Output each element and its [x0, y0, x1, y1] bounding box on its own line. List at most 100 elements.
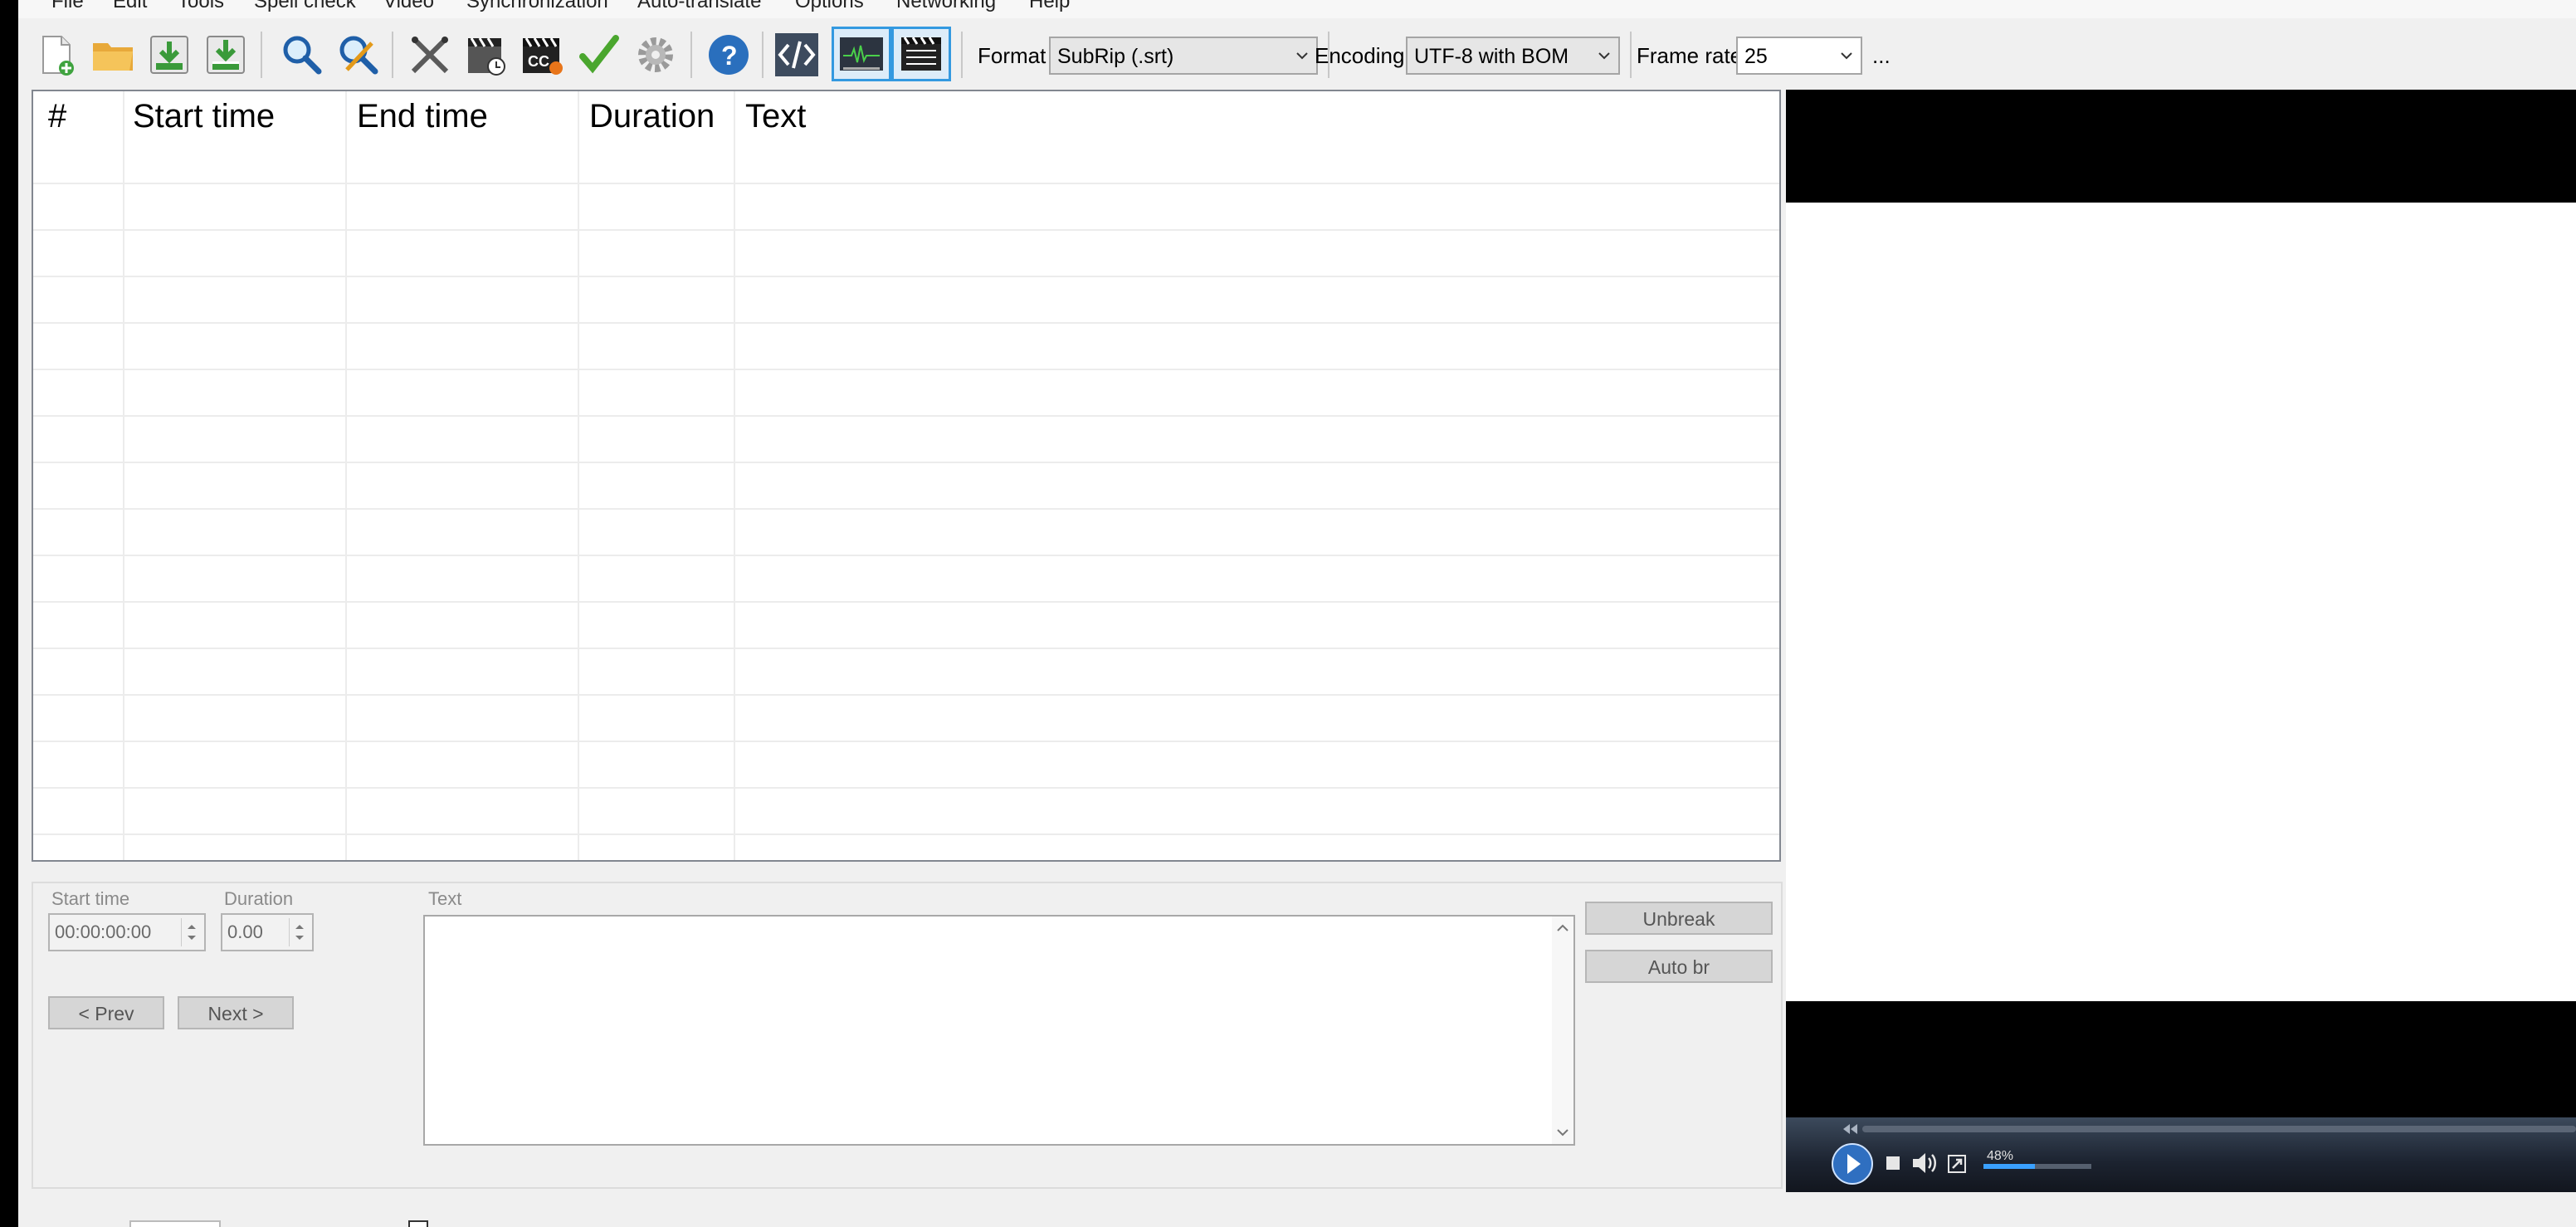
menu-file[interactable]: File [51, 0, 84, 13]
toolbar-separator [961, 32, 963, 78]
duration-label: Duration [224, 888, 294, 909]
column-header-duration[interactable]: Duration [589, 98, 715, 135]
grid-row-line [33, 229, 1779, 231]
menu-synchronization[interactable]: Synchronization [466, 0, 608, 13]
unbreak-button[interactable]: Unbreak [1585, 902, 1773, 935]
video-position-slider[interactable] [1862, 1126, 2576, 1132]
frame-rate-label: Frame rate [1637, 43, 1743, 68]
play-icon[interactable] [1831, 1142, 1874, 1185]
duration-spinner[interactable] [289, 918, 309, 946]
encoding-select[interactable]: UTF-8 with BOM [1406, 37, 1620, 75]
svg-text:?: ? [721, 41, 738, 71]
grid-column-divider [123, 91, 124, 860]
window-left-edge [0, 0, 18, 1227]
save-as-icon[interactable] [201, 30, 251, 80]
visual-sync-icon[interactable] [405, 30, 455, 80]
grid-row-line [33, 183, 1779, 184]
frame-rate-select[interactable]: 25 [1736, 37, 1862, 75]
frame-rate-value: 25 [1744, 45, 1768, 68]
chevron-down-icon [1841, 52, 1852, 60]
prev-button[interactable]: < Prev [48, 996, 164, 1029]
svg-text:CC: CC [528, 53, 549, 70]
grid-row-line [33, 276, 1779, 277]
source-view-icon[interactable] [772, 30, 822, 80]
video-player[interactable] [1786, 90, 2576, 1192]
text-scrollbar[interactable] [1552, 917, 1573, 1144]
grid-row-line [33, 462, 1779, 463]
edit-panel: Start time 00:00:00:00 Duration 0.00 < P… [32, 882, 1783, 1189]
save-icon[interactable] [144, 30, 194, 80]
menu-networking[interactable]: Networking [896, 0, 996, 13]
volume-slider[interactable] [1983, 1164, 2091, 1169]
app-window: File Edit Tools Spell check Video Synchr… [0, 0, 2576, 1227]
subtitle-grid[interactable]: # Start time End time Duration Text [32, 90, 1781, 862]
status-bar [18, 1195, 2576, 1227]
new-file-icon[interactable] [32, 30, 81, 80]
volume-percent: 48% [1987, 1149, 2014, 1163]
fix-common-errors-icon[interactable] [461, 30, 511, 80]
video-player-icon[interactable] [891, 27, 951, 81]
spinner-arrows-icon [295, 925, 304, 940]
waveform-icon[interactable] [832, 27, 891, 81]
toolbar-separator [392, 32, 393, 78]
menu-bar: File Edit Tools Spell check Video Synchr… [18, 0, 2576, 18]
format-label: Format [978, 43, 1046, 68]
menu-auto-translate[interactable]: Auto-translate [637, 0, 761, 13]
fullscreen-icon[interactable] [1947, 1154, 1967, 1174]
format-select[interactable]: SubRip (.srt) [1049, 37, 1318, 75]
video-letterbox-top [1786, 90, 2576, 203]
settings-icon[interactable] [631, 30, 681, 80]
scroll-up-icon[interactable] [1552, 920, 1573, 936]
toolbar-separator [762, 32, 764, 78]
volume-icon[interactable] [1910, 1151, 1939, 1176]
toolbar-separator [261, 32, 262, 78]
stop-icon[interactable] [1884, 1154, 1902, 1172]
spell-check-icon[interactable] [574, 30, 624, 80]
start-time-input[interactable]: 00:00:00:00 [48, 913, 206, 951]
menu-edit[interactable]: Edit [113, 0, 147, 13]
menu-help[interactable]: Help [1029, 0, 1070, 13]
menu-video[interactable]: Video [383, 0, 434, 13]
toolbar-more-button[interactable]: ... [1872, 43, 1891, 69]
find-icon[interactable] [277, 30, 327, 80]
duration-input[interactable]: 0.00 [221, 913, 314, 951]
burn-in-icon[interactable]: CC [518, 30, 568, 80]
grid-row-line [33, 694, 1779, 696]
rewind-icon[interactable] [1841, 1122, 1859, 1136]
grid-row-line [33, 555, 1779, 556]
subtitle-text-input[interactable] [423, 915, 1575, 1146]
start-time-spinner[interactable] [181, 918, 201, 946]
video-controls: 48% [1786, 1117, 2576, 1192]
auto-br-button[interactable]: Auto br [1585, 950, 1773, 983]
menu-spell-check[interactable]: Spell check [254, 0, 356, 13]
column-header-number[interactable]: # [48, 98, 66, 135]
column-header-text[interactable]: Text [745, 98, 806, 135]
menu-tools[interactable]: Tools [178, 0, 224, 13]
grid-row-line [33, 833, 1779, 835]
chevron-down-icon [1296, 52, 1308, 60]
start-time-value: 00:00:00:00 [55, 921, 152, 942]
column-header-start-time[interactable]: Start time [133, 98, 275, 135]
column-header-end-time[interactable]: End time [357, 98, 488, 135]
encoding-label: Encoding [1315, 43, 1405, 68]
grid-column-divider [345, 91, 347, 860]
grid-row-line [33, 787, 1779, 789]
text-label: Text [428, 888, 462, 909]
grid-column-divider [734, 91, 735, 860]
format-select-value: SubRip (.srt) [1057, 45, 1174, 68]
status-checkbox[interactable] [408, 1220, 428, 1227]
help-icon[interactable]: ? [704, 30, 754, 80]
replace-icon[interactable] [334, 30, 383, 80]
open-folder-icon[interactable] [88, 30, 138, 80]
spinner-arrows-icon [188, 925, 196, 940]
next-button[interactable]: Next > [178, 996, 294, 1029]
grid-header: # Start time End time Duration Text [33, 91, 1779, 146]
grid-row-line [33, 601, 1779, 603]
chevron-down-icon [1598, 52, 1610, 60]
grid-row-line [33, 648, 1779, 649]
scroll-down-icon[interactable] [1552, 1124, 1573, 1141]
status-field [129, 1220, 221, 1227]
grid-row-line [33, 508, 1779, 510]
start-time-label: Start time [51, 888, 130, 909]
menu-options[interactable]: Options [795, 0, 864, 13]
